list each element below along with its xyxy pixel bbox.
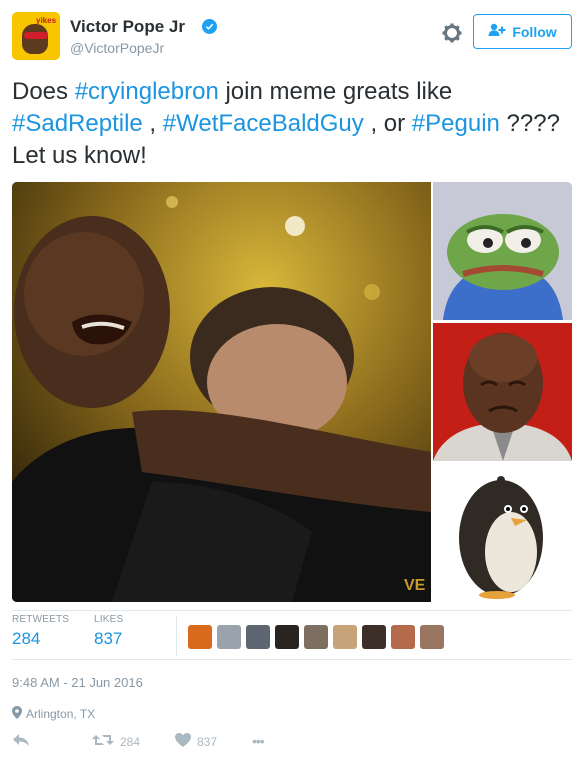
add-user-icon <box>488 23 506 40</box>
liker-avatars <box>188 625 444 649</box>
avatar-sunglasses-shape <box>24 32 48 39</box>
more-dots-icon: ••• <box>252 733 265 749</box>
likes-stat[interactable]: LIKES 837 <box>94 614 123 649</box>
liker-avatar[interactable] <box>246 625 270 649</box>
tweet-media-grid: VE <box>12 182 572 602</box>
reply-icon <box>12 733 30 750</box>
gear-icon[interactable] <box>440 21 464 45</box>
retweets-label: RETWEETS <box>12 614 70 625</box>
retweets-stat[interactable]: RETWEETS 284 <box>12 614 69 649</box>
liker-avatar[interactable] <box>333 625 357 649</box>
verified-badge-icon <box>202 19 217 34</box>
location-text: Arlington, TX <box>26 707 96 721</box>
tweet-text-segment: Does <box>12 78 75 105</box>
hashtag-link[interactable]: #SadReptile <box>12 110 143 137</box>
liker-avatar[interactable] <box>420 625 444 649</box>
location-pin-icon <box>12 706 22 722</box>
follow-button-label: Follow <box>512 23 557 40</box>
like-count: 837 <box>197 734 218 749</box>
user-handle[interactable]: @VictorPopeJr <box>70 40 164 56</box>
thumb-crying-bald-guy[interactable] <box>433 323 572 461</box>
avatar[interactable]: yikes <box>12 12 60 60</box>
liker-avatar[interactable] <box>391 625 415 649</box>
more-button[interactable]: ••• <box>252 733 265 749</box>
retweet-icon <box>92 733 114 750</box>
hashtag-link[interactable]: #cryinglebron <box>75 78 219 105</box>
divider-top <box>12 610 572 611</box>
follow-button[interactable]: Follow <box>473 14 572 49</box>
liker-avatar[interactable] <box>275 625 299 649</box>
main-photo-crying-players[interactable]: VE <box>12 182 431 602</box>
tweet-location[interactable]: Arlington, TX <box>12 706 95 722</box>
thumb-penguin-basket[interactable] <box>433 464 572 602</box>
like-button[interactable]: 837 <box>175 733 217 750</box>
liker-avatar[interactable] <box>362 625 386 649</box>
tweet-actions: 284 837 ••• <box>12 733 572 753</box>
reply-button[interactable] <box>12 733 30 750</box>
svg-text:VE: VE <box>404 577 426 594</box>
tweet-stats: RETWEETS 284 LIKES 837 <box>12 614 572 660</box>
divider-bottom <box>12 659 572 660</box>
retweets-count: 284 <box>12 629 41 648</box>
liker-avatar[interactable] <box>217 625 241 649</box>
tweet-text: Does #cryinglebron join meme greats like… <box>12 76 572 172</box>
tweet-header: yikes Victor Pope Jr @VictorPopeJr Follo… <box>12 12 572 64</box>
likes-label: LIKES <box>94 614 124 625</box>
tweet-text-segment: , or <box>363 110 412 137</box>
hashtag-link[interactable]: #WetFaceBaldGuy <box>163 110 364 137</box>
likes-count: 837 <box>94 629 123 648</box>
avatar-face-shape <box>22 24 48 54</box>
tweet-text-segment: , <box>142 110 163 137</box>
tweet-timestamp[interactable]: 9:48 AM - 21 Jun 2016 <box>12 675 143 690</box>
user-display-name[interactable]: Victor Pope Jr <box>70 17 185 37</box>
retweet-count: 284 <box>120 734 141 749</box>
heart-icon <box>175 733 191 750</box>
retweet-button[interactable]: 284 <box>92 733 140 750</box>
tweet-text-segment: join meme greats like <box>218 78 453 105</box>
hashtag-link[interactable]: #Peguin <box>412 110 500 137</box>
liker-avatar[interactable] <box>304 625 328 649</box>
thumb-sad-frog[interactable] <box>433 182 572 320</box>
stats-separator <box>176 616 177 656</box>
avatar-tag-text: yikes <box>36 16 57 25</box>
liker-avatar[interactable] <box>188 625 212 649</box>
